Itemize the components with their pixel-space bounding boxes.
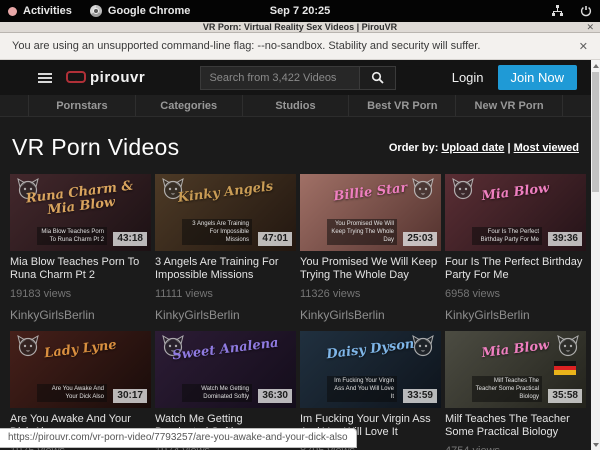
app-menu-google-chrome[interactable]: Google Chrome <box>90 5 191 17</box>
join-now-button[interactable]: Join Now <box>498 65 577 90</box>
scrollbar-down-arrow-icon[interactable] <box>591 439 600 450</box>
order-by: Order by: Upload date | Most viewed <box>389 142 579 154</box>
network-icon[interactable] <box>551 5 564 17</box>
login-link[interactable]: Login <box>452 70 484 85</box>
video-studio-link[interactable]: KinkyGirlsBerlin <box>445 308 586 322</box>
order-by-upload-date-link[interactable]: Upload date <box>441 142 504 154</box>
activities-indicator-icon <box>8 7 17 16</box>
app-menu-label: Google Chrome <box>108 5 191 17</box>
system-top-bar: Activities Google Chrome Sep 7 20:25 <box>0 0 600 22</box>
video-duration-badge: 39:36 <box>548 232 582 246</box>
video-title-link[interactable]: 3 Angels Are Training For Impossible Mis… <box>155 256 296 282</box>
video-grid: Runa Charm & Mia Blow Mia Blow Teaches P… <box>0 174 591 450</box>
video-duration-badge: 35:58 <box>548 389 582 403</box>
browser-tab-bar: VR Porn: Virtual Reality Sex Videos | Pi… <box>0 22 600 33</box>
site-logo[interactable]: pirouvr <box>66 69 145 86</box>
video-studio-link[interactable]: KinkyGirlsBerlin <box>155 308 296 322</box>
nav-item-pornstars[interactable]: Pornstars <box>28 95 135 116</box>
thumbnail-caption: Watch Me Getting Dominated Softly <box>182 384 252 402</box>
activities-button[interactable]: Activities <box>8 5 72 17</box>
german-flag-icon <box>554 361 576 375</box>
menu-hamburger-icon[interactable] <box>38 73 52 83</box>
thumbnail-caption: You Promised We Will Keep Trying The Who… <box>327 219 397 245</box>
video-duration-badge: 25:03 <box>403 232 437 246</box>
video-duration-badge: 36:30 <box>258 389 292 403</box>
page-head: VR Porn Videos Order by: Upload date | M… <box>0 117 591 174</box>
video-thumbnail[interactable]: Mia Blow Four Is The Perfect Birthday Pa… <box>445 174 586 251</box>
thumbnail-caption: Four Is The Perfect Birthday Party For M… <box>472 227 542 245</box>
search-input[interactable] <box>200 66 360 90</box>
nav-item-categories[interactable]: Categories <box>135 95 242 116</box>
video-views-count: 11111 views <box>155 288 296 300</box>
search-box <box>200 66 396 90</box>
sandbox-warning-bar: You are using an unsupported command-lin… <box>0 33 600 60</box>
thumbnail-caption: Are You Awake And Your Dick Also <box>37 384 107 402</box>
order-by-most-viewed-link[interactable]: Most viewed <box>514 142 579 154</box>
order-by-label: Order by: <box>389 142 439 154</box>
video-title-link[interactable]: Mia Blow Teaches Porn To Runa Charm Pt 2 <box>10 256 151 282</box>
site-header: pirouvr Login Join Now <box>0 60 591 95</box>
chrome-icon <box>90 5 102 17</box>
clock[interactable]: Sep 7 20:25 <box>270 5 331 17</box>
thumbnail-overlay-title: Billie Star <box>300 177 441 208</box>
scrollbar-up-arrow-icon[interactable] <box>591 60 600 71</box>
video-card: Mia Blow Milf Teaches The Teacher Some P… <box>445 331 586 450</box>
vr-goggles-icon <box>66 71 86 84</box>
nav-item-best-vr-porn[interactable]: Best VR Porn <box>348 95 455 116</box>
main-nav: Pornstars Categories Studios Best VR Por… <box>0 95 591 117</box>
page-scrollbar[interactable] <box>591 60 600 450</box>
power-icon[interactable] <box>580 5 592 17</box>
video-title-link[interactable]: Four Is The Perfect Birthday Party For M… <box>445 256 586 282</box>
video-thumbnail[interactable]: Mia Blow Milf Teaches The Teacher Some P… <box>445 331 586 408</box>
video-thumbnail[interactable]: Daisy Dyson Im Fucking Your Virgin Ass A… <box>300 331 441 408</box>
logo-text: pirouvr <box>90 69 145 86</box>
warning-close-icon[interactable]: ✕ <box>579 40 588 53</box>
web-page: pirouvr Login Join Now Pornstars Categor… <box>0 60 591 450</box>
page-title: VR Porn Videos <box>12 134 179 161</box>
tab-title[interactable]: VR Porn: Virtual Reality Sex Videos | Pi… <box>203 23 397 32</box>
video-views-count: 6958 views <box>445 288 586 300</box>
search-button[interactable] <box>360 66 396 90</box>
video-card: Mia Blow Four Is The Perfect Birthday Pa… <box>445 174 586 322</box>
video-duration-badge: 33:59 <box>403 389 437 403</box>
thumbnail-caption: 3 Angels Are Training For Impossible Mis… <box>182 219 252 245</box>
video-card: Billie Star You Promised We Will Keep Tr… <box>300 174 441 322</box>
video-duration-badge: 30:17 <box>113 389 147 403</box>
video-studio-link[interactable]: KinkyGirlsBerlin <box>10 308 151 322</box>
order-by-separator: | <box>507 142 510 154</box>
video-duration-badge: 47:01 <box>258 232 292 246</box>
video-title-link[interactable]: You Promised We Will Keep Trying The Who… <box>300 256 441 282</box>
nav-item-studios[interactable]: Studios <box>242 95 349 116</box>
video-title-link[interactable]: Milf Teaches The Teacher Some Practical … <box>445 413 586 439</box>
video-studio-link[interactable]: KinkyGirlsBerlin <box>300 308 441 322</box>
video-views-count: 19183 views <box>10 288 151 300</box>
browser-viewport: pirouvr Login Join Now Pornstars Categor… <box>0 60 600 450</box>
video-thumbnail[interactable]: Sweet Analena Watch Me Getting Dominated… <box>155 331 296 408</box>
search-icon <box>371 71 384 84</box>
activities-label: Activities <box>23 5 72 17</box>
video-card: Kinky Angels 3 Angels Are Training For I… <box>155 174 296 322</box>
video-views-count: 11326 views <box>300 288 441 300</box>
video-duration-badge: 43:18 <box>113 232 147 246</box>
scrollbar-thumb[interactable] <box>592 72 599 192</box>
status-url-bubble: https://pirouvr.com/vr-porn-video/779325… <box>0 428 357 448</box>
video-thumbnail[interactable]: Lady Lyne Are You Awake And Your Dick Al… <box>10 331 151 408</box>
video-thumbnail[interactable]: Runa Charm & Mia Blow Mia Blow Teaches P… <box>10 174 151 251</box>
video-card: Runa Charm & Mia Blow Mia Blow Teaches P… <box>10 174 151 322</box>
warning-message: You are using an unsupported command-lin… <box>12 40 480 52</box>
nav-item-new-vr-porn[interactable]: New VR Porn <box>455 95 563 116</box>
video-views-count: 4754 views <box>445 445 586 450</box>
thumbnail-caption: Im Fucking Your Virgin Ass And You Will … <box>327 376 397 402</box>
thumbnail-caption: Milf Teaches The Teacher Some Practical … <box>472 376 542 402</box>
tab-close-icon[interactable]: ✕ <box>586 22 594 33</box>
thumbnail-overlay-title: Daisy Dyson <box>300 334 441 365</box>
thumbnail-caption: Mia Blow Teaches Porn To Runa Charm Pt 2 <box>37 227 107 245</box>
video-thumbnail[interactable]: Kinky Angels 3 Angels Are Training For I… <box>155 174 296 251</box>
video-thumbnail[interactable]: Billie Star You Promised We Will Keep Tr… <box>300 174 441 251</box>
